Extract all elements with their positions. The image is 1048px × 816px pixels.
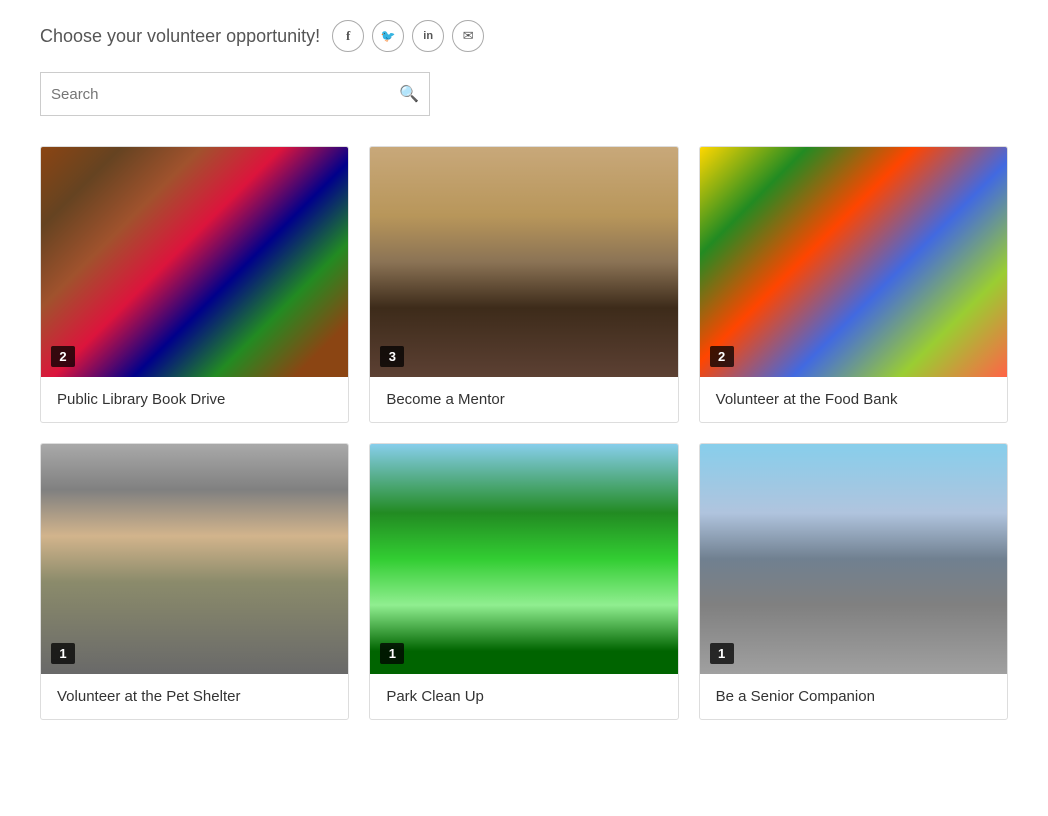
card-image [41,147,348,377]
twitter-share-button[interactable]: 🐦 [372,20,404,52]
card-image-wrapper: 2 [700,147,1007,377]
card-title: Be a Senior Companion [700,674,1007,719]
linkedin-icon: in [423,30,433,42]
card-2[interactable]: 3 Become a Mentor [369,146,678,423]
social-icons: f 🐦 in ✉ [332,20,484,52]
card-badge: 2 [51,346,75,367]
email-share-button[interactable]: ✉ [452,20,484,52]
card-image-wrapper: 3 [370,147,677,377]
header-row: Choose your volunteer opportunity! f 🐦 i… [40,20,1008,52]
twitter-icon: 🐦 [381,29,396,43]
linkedin-share-button[interactable]: in [412,20,444,52]
facebook-share-button[interactable]: f [332,20,364,52]
card-title: Become a Mentor [370,377,677,422]
cards-grid: 2 Public Library Book Drive 3 Become a Ment… [40,146,1008,720]
card-title: Volunteer at the Pet Shelter [41,674,348,719]
card-image [370,444,677,674]
card-title: Volunteer at the Food Bank [700,377,1007,422]
search-row: 🔍 [40,72,1008,116]
card-image-wrapper: 1 [700,444,1007,674]
card-title: Park Clean Up [370,674,677,719]
search-button[interactable]: 🔍 [399,84,419,104]
card-title: Public Library Book Drive [41,377,348,422]
card-image-wrapper: 1 [370,444,677,674]
card-badge: 1 [710,643,734,664]
search-input[interactable] [51,86,399,103]
search-icon: 🔍 [399,86,419,103]
card-badge: 2 [710,346,734,367]
card-image [700,147,1007,377]
card-image [700,444,1007,674]
card-badge: 1 [51,643,75,664]
card-5[interactable]: 1 Park Clean Up [369,443,678,720]
card-1[interactable]: 2 Public Library Book Drive [40,146,349,423]
card-4[interactable]: 1 Volunteer at the Pet Shelter [40,443,349,720]
card-3[interactable]: 2 Volunteer at the Food Bank [699,146,1008,423]
card-badge: 1 [380,643,404,664]
card-image [41,444,348,674]
page-title: Choose your volunteer opportunity! [40,26,320,47]
facebook-icon: f [346,28,350,44]
card-badge: 3 [380,346,404,367]
card-image [370,147,677,377]
card-image-wrapper: 1 [41,444,348,674]
card-image-wrapper: 2 [41,147,348,377]
search-box: 🔍 [40,72,430,116]
email-icon: ✉ [463,28,474,44]
card-6[interactable]: 1 Be a Senior Companion [699,443,1008,720]
